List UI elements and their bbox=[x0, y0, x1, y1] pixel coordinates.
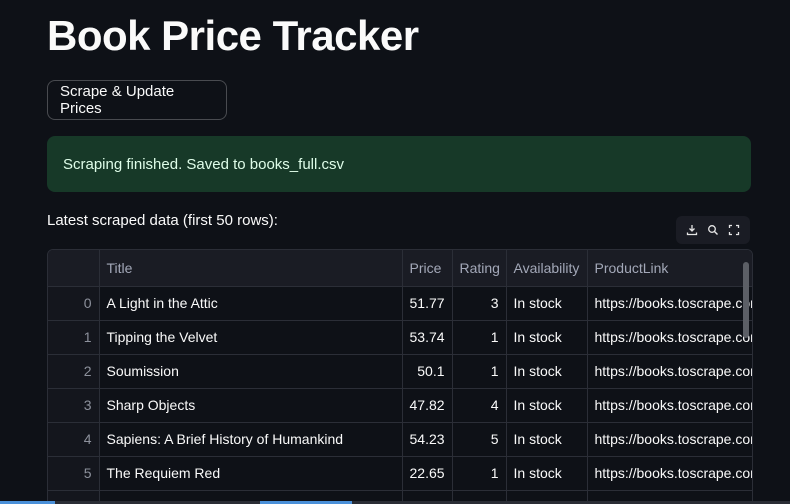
column-header-rating[interactable]: Rating bbox=[452, 250, 507, 287]
cell-title[interactable]: Soumission bbox=[99, 354, 403, 389]
success-message: Scraping finished. Saved to books_full.c… bbox=[63, 155, 344, 173]
cell-availability[interactable]: In stock bbox=[506, 422, 588, 457]
table-row[interactable]: 3 Sharp Objects 47.82 4 In stock https:/… bbox=[48, 388, 752, 423]
dataframe-toolbar bbox=[676, 216, 750, 244]
cell-productlink[interactable]: https://books.toscrape.com bbox=[587, 354, 752, 389]
table-row[interactable]: 4 Sapiens: A Brief History of Humankind … bbox=[48, 422, 752, 457]
cell-availability[interactable]: In stock bbox=[506, 388, 588, 423]
cell-title[interactable]: Sapiens: A Brief History of Humankind bbox=[99, 422, 403, 457]
column-header-price[interactable]: Price bbox=[402, 250, 453, 287]
table-row[interactable]: 5 The Requiem Red 22.65 1 In stock https… bbox=[48, 456, 752, 491]
scrape-update-button[interactable]: Scrape & Update Prices bbox=[47, 80, 227, 120]
cell-title[interactable]: A Light in the Attic bbox=[99, 286, 403, 321]
cell-availability[interactable]: In stock bbox=[506, 456, 588, 491]
cell-price[interactable]: 50.1 bbox=[402, 354, 453, 389]
cell-availability[interactable]: In stock bbox=[506, 320, 588, 355]
table-row[interactable]: 2 Soumission 50.1 1 In stock https://boo… bbox=[48, 354, 752, 389]
cell-title[interactable]: Tipping the Velvet bbox=[99, 320, 403, 355]
cell-price[interactable]: 51.77 bbox=[402, 286, 453, 321]
table-row[interactable]: 0 A Light in the Attic 51.77 3 In stock … bbox=[48, 286, 752, 321]
cell-rating[interactable]: 1 bbox=[452, 320, 507, 355]
column-header-availability[interactable]: Availability bbox=[506, 250, 588, 287]
cell-price[interactable]: 22.65 bbox=[402, 456, 453, 491]
cell-rating[interactable]: 3 bbox=[452, 286, 507, 321]
column-header-title[interactable]: Title bbox=[99, 250, 403, 287]
table-scrollbar[interactable] bbox=[743, 262, 749, 338]
column-header-index[interactable] bbox=[48, 250, 100, 287]
table-caption: Latest scraped data (first 50 rows): bbox=[47, 212, 278, 229]
cell-availability[interactable]: In stock bbox=[506, 354, 588, 389]
cell-availability[interactable]: In stock bbox=[506, 286, 588, 321]
row-index: 1 bbox=[48, 320, 100, 355]
page-title: Book Price Tracker bbox=[47, 12, 419, 59]
search-icon[interactable] bbox=[705, 222, 721, 238]
fullscreen-icon[interactable] bbox=[726, 222, 742, 238]
cell-rating[interactable]: 5 bbox=[452, 422, 507, 457]
row-index: 2 bbox=[48, 354, 100, 389]
row-index: 5 bbox=[48, 456, 100, 491]
data-table[interactable]: Title Price Rating Availability ProductL… bbox=[47, 249, 753, 504]
cell-price[interactable]: 53.74 bbox=[402, 320, 453, 355]
cell-rating[interactable]: 1 bbox=[452, 354, 507, 389]
cell-price[interactable]: 54.23 bbox=[402, 422, 453, 457]
cell-title[interactable]: The Requiem Red bbox=[99, 456, 403, 491]
cell-rating[interactable]: 1 bbox=[452, 456, 507, 491]
cell-title[interactable]: Sharp Objects bbox=[99, 388, 403, 423]
success-alert: Scraping finished. Saved to books_full.c… bbox=[47, 136, 751, 192]
download-icon[interactable] bbox=[684, 222, 700, 238]
cell-rating[interactable]: 4 bbox=[452, 388, 507, 423]
cell-productlink[interactable]: https://books.toscrape.com bbox=[587, 456, 752, 491]
cell-productlink[interactable]: https://books.toscrape.com bbox=[587, 422, 752, 457]
row-index: 0 bbox=[48, 286, 100, 321]
cell-price[interactable]: 47.82 bbox=[402, 388, 453, 423]
table-header-row: Title Price Rating Availability ProductL… bbox=[48, 250, 752, 287]
row-index: 3 bbox=[48, 388, 100, 423]
table-row[interactable]: 1 Tipping the Velvet 53.74 1 In stock ht… bbox=[48, 320, 752, 355]
cell-productlink[interactable]: https://books.toscrape.com bbox=[587, 388, 752, 423]
row-index: 4 bbox=[48, 422, 100, 457]
cell-productlink[interactable]: https://books.toscrape.com bbox=[587, 320, 752, 355]
cell-productlink[interactable]: https://books.toscrape.com bbox=[587, 286, 752, 321]
column-header-productlink[interactable]: ProductLink bbox=[587, 250, 752, 287]
app-page: Book Price Tracker Scrape & Update Price… bbox=[0, 0, 790, 504]
